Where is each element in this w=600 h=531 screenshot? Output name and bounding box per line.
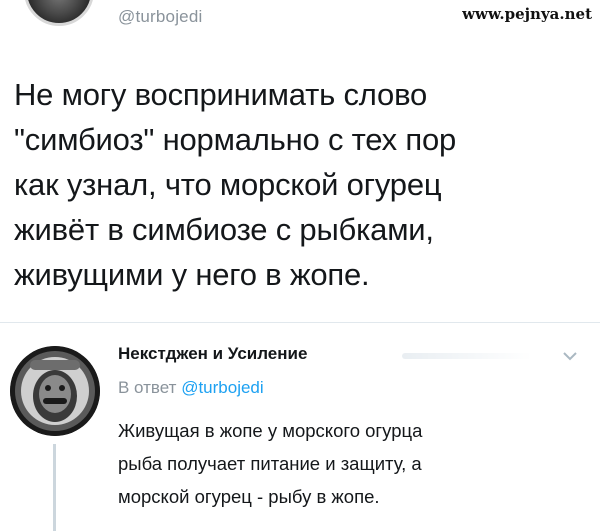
thread-connector-line <box>53 444 56 531</box>
reply-to-prefix: В ответ <box>118 378 177 397</box>
reply-to-line: В ответ @turbojedi <box>118 378 264 398</box>
author-handle-faded <box>402 353 532 359</box>
reply-to-mention[interactable]: @turbojedi <box>181 378 263 397</box>
chevron-down-icon[interactable] <box>562 350 578 362</box>
original-author-handle[interactable]: @turbojedi <box>118 7 202 27</box>
reply-author-avatar[interactable] <box>10 346 100 436</box>
astronaut-avatar-image <box>10 346 100 436</box>
reply-author-name[interactable]: Некстджен и Усиление <box>118 344 307 364</box>
original-tweet-text: Не могу воспринимать слово "симбиоз" нор… <box>14 77 457 292</box>
tweet-divider <box>0 322 600 323</box>
original-author-avatar[interactable] <box>24 0 94 26</box>
site-watermark: www.pejnya.net <box>462 5 592 23</box>
reply-tweet-text: Живущая в жопе у морского огурца рыба по… <box>118 420 423 507</box>
